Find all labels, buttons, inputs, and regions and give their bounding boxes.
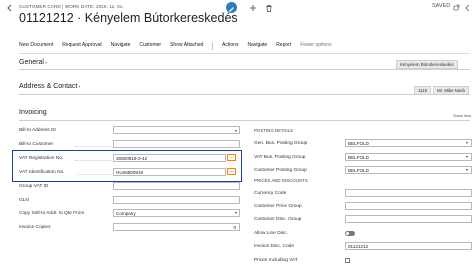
action-bar: New Document Request Approval Navigate C… [19, 42, 341, 52]
gen-bus-posting-group-label: Gen. Bus. Posting Group [254, 141, 308, 146]
add-icon[interactable] [248, 3, 258, 13]
open-new-window-icon[interactable] [451, 3, 461, 13]
address-code-summary: 1115 [414, 86, 432, 95]
invoicing-section-title[interactable]: Invoicing [19, 109, 47, 116]
dropdown-caret-icon [466, 142, 468, 144]
bill-to-address-id-label: Bill-to Address ID [19, 128, 56, 133]
prices-including-vat-label: Prices Including VAT [254, 258, 298, 263]
gln-field[interactable] [113, 196, 240, 204]
customer-action[interactable]: Customer [139, 42, 170, 52]
allow-line-disc-toggle[interactable] [345, 231, 355, 236]
invoice-copies-label: Invoice Copies [19, 225, 51, 230]
chevron-right-icon: › [77, 84, 81, 90]
group-vat-id-field[interactable] [113, 182, 240, 190]
show-less-link[interactable]: Show less [453, 113, 471, 118]
invoice-disc-code-field[interactable]: 01121212 [345, 242, 472, 250]
page-caption: CUSTOMER CARD | WORK DATE: 2019. 11. 01. [19, 4, 124, 9]
invoice-copies-field[interactable]: 0 [113, 223, 240, 231]
highlight-box [12, 150, 242, 182]
request-approval-action[interactable]: Request Approval [62, 42, 110, 52]
gen-bus-posting-group-field[interactable]: BELFOLD [345, 139, 472, 147]
address-section-header[interactable]: Address & Contact › [19, 83, 80, 90]
customer-disc-group-field[interactable] [345, 215, 472, 223]
customer-posting-group-field[interactable]: BELFOLD [345, 166, 472, 174]
currency-code-field[interactable] [345, 189, 472, 197]
saved-status: SAVED [432, 3, 451, 9]
show-attached-action[interactable]: Show Attached [170, 42, 212, 52]
contact-summary: Mr. Mike Nash [433, 86, 470, 95]
invoicing-section-rule [19, 120, 470, 121]
dropdown-caret-icon [235, 129, 237, 132]
copy-sell-to-select[interactable]: Company [113, 209, 240, 217]
dotted-leader [75, 146, 111, 147]
action-divider [212, 42, 214, 50]
bill-to-customer-field[interactable] [113, 140, 240, 148]
new-document-action[interactable]: New Document [19, 42, 62, 52]
vat-bus-posting-group-field[interactable]: BELFOLD [345, 153, 472, 161]
copy-sell-to-label: Copy Sell-to Addr. to Qte From [19, 211, 85, 216]
page-title: 01121212 · Kényelem Bútorkereskedés [19, 11, 238, 25]
general-section-title: General [19, 59, 44, 66]
general-section-header[interactable]: General › [19, 59, 47, 66]
prices-including-vat-checkbox[interactable] [345, 258, 350, 263]
customer-disc-group-label: Customer Disc. Group [254, 217, 302, 222]
group-vat-id-label: Group VAT ID [19, 184, 49, 189]
currency-code-label: Currency Code [254, 191, 287, 196]
dropdown-caret-icon [466, 156, 468, 158]
posting-details-header: POSTING DETAILS [254, 128, 293, 133]
address-section-rule [19, 94, 470, 95]
actions-menu[interactable]: Actions [222, 42, 247, 52]
customer-price-group-field[interactable] [345, 202, 472, 210]
bill-to-customer-label: Bill-to Customer [19, 142, 54, 147]
gln-label: GLN [19, 198, 29, 203]
chevron-down-icon: › [43, 60, 47, 66]
prices-and-discounts-header: PRICES AND DISCOUNTS [254, 178, 308, 183]
allow-line-disc-label: Allow Line Disc. [254, 231, 288, 236]
customer-posting-group-label: Customer Posting Group [254, 168, 307, 173]
address-section-title: Address & Contact [19, 83, 78, 90]
collapse-icon[interactable] [463, 3, 473, 13]
invoice-disc-code-label: Invoice Disc. Code [254, 244, 294, 249]
dropdown-caret-icon [235, 212, 237, 214]
navigate-action[interactable]: Navigate [111, 42, 140, 52]
bill-to-address-id-field[interactable] [113, 126, 240, 134]
dropdown-caret-icon [466, 169, 468, 171]
customer-name-summary: Kényelem Bútorkereskedés [396, 60, 458, 69]
general-section-rule [19, 69, 470, 70]
vat-bus-posting-group-label: VAT Bus. Posting Group [254, 155, 306, 160]
delete-icon[interactable] [264, 3, 274, 13]
back-arrow-icon[interactable] [5, 3, 15, 13]
fewer-options-toggle[interactable]: Fewer options [300, 42, 340, 52]
navigate-menu[interactable]: Navigate [247, 42, 276, 52]
customer-price-group-label: Customer Price Group [254, 204, 302, 209]
edit-icon[interactable] [226, 2, 237, 13]
divider [19, 53, 470, 54]
report-menu[interactable]: Report [276, 42, 300, 52]
